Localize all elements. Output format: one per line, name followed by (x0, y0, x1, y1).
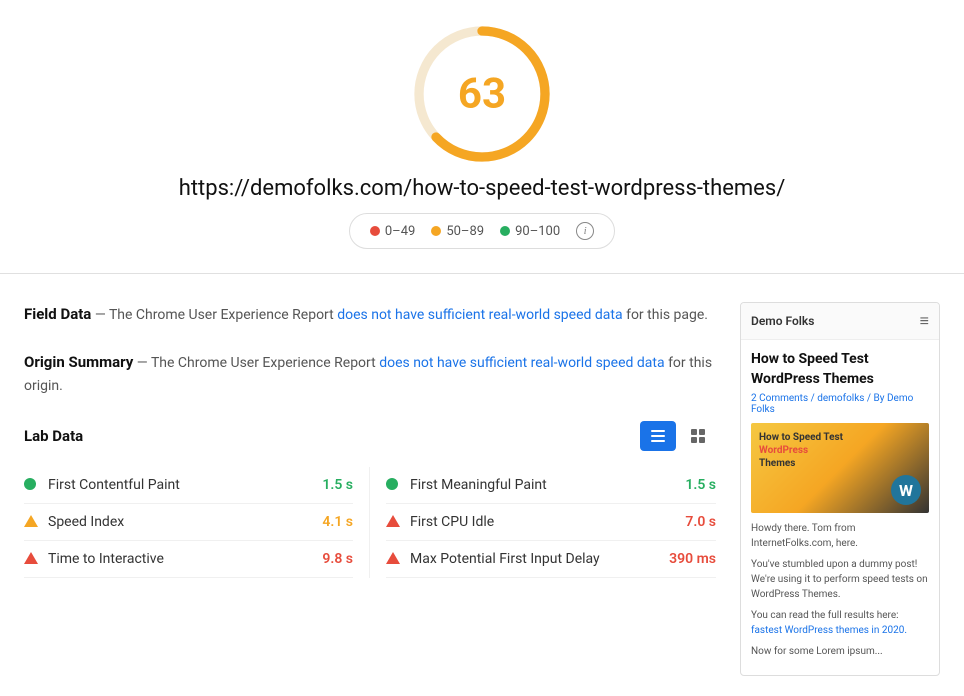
field-data-text-after: for this page. (626, 307, 708, 323)
red-dot (370, 226, 380, 236)
metric-value-fcp: 1.5 s (293, 477, 353, 493)
orange-dot (431, 226, 441, 236)
metric-name-tti: Time to Interactive (48, 551, 283, 567)
table-row: First Meaningful Paint 1.5 s (386, 467, 716, 504)
demo-read-more-link[interactable]: fastest WordPress themes in 2020. (751, 625, 907, 636)
score-legend: 0–49 50–89 90–100 i (349, 213, 615, 249)
wordpress-logo: W (891, 475, 921, 505)
metric-name-fmp: First Meaningful Paint (410, 477, 646, 493)
right-panel: Demo Folks ≡ How to Speed Test WordPress… (740, 302, 940, 676)
demo-image-line2: WordPress (759, 444, 843, 457)
table-row: First Contentful Paint 1.5 s (24, 467, 353, 504)
demo-card-body: How to Speed Test WordPress Themes 2 Com… (741, 340, 939, 675)
lab-data-title: Lab Data (24, 427, 83, 445)
view-toggle (640, 421, 716, 451)
field-data-text-before: The Chrome User Experience Report (109, 307, 334, 323)
metric-value-tti: 9.8 s (293, 551, 353, 567)
demo-image-line1: How to Speed Test (759, 431, 843, 444)
demo-read-more-prefix: You can read the full results here: (751, 610, 899, 621)
demo-post-image: How to Speed Test WordPress Themes W (751, 423, 929, 513)
origin-summary-dash: — (137, 355, 151, 371)
main-divider (0, 273, 964, 274)
metric-name-fcp: First Contentful Paint (48, 477, 283, 493)
origin-summary-text-before: The Chrome User Experience Report (151, 355, 376, 371)
demo-body-text: You've stumbled upon a dummy post! We're… (751, 557, 929, 602)
metric-value-fmp: 1.5 s (656, 477, 716, 493)
legend-orange: 50–89 (431, 224, 484, 239)
metrics-grid: First Contentful Paint 1.5 s Speed Index… (24, 467, 716, 578)
lab-data-section: Lab Data (24, 421, 716, 578)
origin-summary-section: Origin Summary — The Chrome User Experie… (24, 350, 716, 397)
red-label: 0–49 (385, 224, 415, 239)
metric-value-fid: 390 ms (656, 551, 716, 567)
demo-intro-text: Howdy there. Tom from InternetFolks.com,… (751, 521, 929, 551)
page-url: https://demofolks.com/how-to-speed-test-… (179, 176, 786, 201)
field-data-dash: — (95, 307, 109, 323)
field-data-link[interactable]: does not have sufficient real-world spee… (337, 307, 622, 323)
score-value: 63 (458, 70, 506, 119)
metrics-left-col: First Contentful Paint 1.5 s Speed Index… (24, 467, 370, 578)
origin-summary-title: Origin Summary (24, 353, 133, 371)
demo-read-more: You can read the full results here: fast… (751, 608, 929, 638)
metric-indicator-red-fid (386, 552, 400, 566)
metric-value-fci: 7.0 s (656, 514, 716, 530)
orange-label: 50–89 (446, 224, 484, 239)
score-section: 63 https://demofolks.com/how-to-speed-te… (0, 0, 964, 265)
demo-card-header: Demo Folks ≡ (741, 303, 939, 340)
metric-value-si: 4.1 s (293, 514, 353, 530)
legend-red: 0–49 (370, 224, 415, 239)
demo-post-title: How to Speed Test WordPress Themes (751, 350, 929, 389)
main-content: Field Data — The Chrome User Experience … (0, 282, 964, 696)
metric-name-fci: First CPU Idle (410, 514, 646, 530)
metric-indicator-orange (24, 515, 38, 529)
info-icon[interactable]: i (576, 222, 594, 240)
green-label: 90–100 (515, 224, 560, 239)
demo-card-menu-icon[interactable]: ≡ (920, 311, 929, 331)
table-row: Time to Interactive 9.8 s (24, 541, 353, 578)
table-row: Max Potential First Input Delay 390 ms (386, 541, 716, 578)
demo-image-text: How to Speed Test WordPress Themes (759, 431, 843, 470)
demo-site-name: Demo Folks (751, 314, 814, 328)
table-row: First CPU Idle 7.0 s (386, 504, 716, 541)
table-row: Speed Index 4.1 s (24, 504, 353, 541)
origin-summary-link[interactable]: does not have sufficient real-world spee… (379, 355, 664, 371)
metric-indicator-green (24, 478, 38, 492)
metric-indicator-red-tti (24, 552, 38, 566)
demo-post-meta: 2 Comments / demofolks / By Demo Folks (751, 393, 929, 415)
metrics-right-col: First Meaningful Paint 1.5 s First CPU I… (370, 467, 716, 578)
metric-name-si: Speed Index (48, 514, 283, 530)
legend-green: 90–100 (500, 224, 560, 239)
field-data-section: Field Data — The Chrome User Experience … (24, 302, 716, 326)
metric-indicator-green-fmp (386, 478, 400, 492)
metric-indicator-red-fci (386, 515, 400, 529)
field-data-title: Field Data (24, 305, 91, 323)
left-panel: Field Data — The Chrome User Experience … (24, 302, 716, 676)
lab-data-header: Lab Data (24, 421, 716, 451)
grid-view-button[interactable] (680, 421, 716, 451)
demo-card: Demo Folks ≡ How to Speed Test WordPress… (740, 302, 940, 676)
score-ring: 63 (412, 24, 552, 164)
metric-name-fid: Max Potential First Input Delay (410, 551, 646, 567)
demo-lorem-label: Now for some Lorem ipsum... (751, 644, 929, 659)
demo-image-line3: Themes (759, 457, 843, 470)
green-dot (500, 226, 510, 236)
list-view-button[interactable] (640, 421, 676, 451)
